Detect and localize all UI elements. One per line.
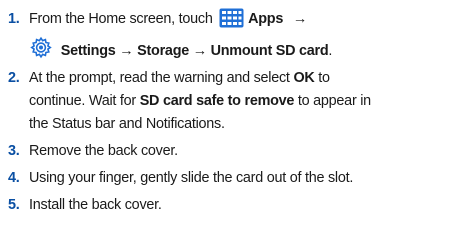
step-text: to appear in bbox=[297, 93, 371, 109]
step-bold-text: OK bbox=[293, 70, 315, 86]
step-text: Remove the back cover. bbox=[29, 143, 178, 159]
step-3: 3. Remove the back cover. bbox=[0, 140, 463, 163]
step-text: the Status bar and Notifications. bbox=[29, 116, 225, 132]
step-5: 5. Install the back cover. bbox=[0, 194, 463, 217]
step-text: Install the back cover. bbox=[29, 197, 162, 213]
step-number: 2. bbox=[8, 70, 20, 86]
step-text: continue. Wait for bbox=[29, 93, 136, 109]
step-bold-text: Settings → Storage → Unmount SD card bbox=[60, 43, 329, 59]
step-1-line-2: Settings → Storage → Unmount SD card. bbox=[29, 36, 463, 63]
step-2: 2. At the prompt, read the warning and s… bbox=[0, 67, 463, 136]
arrow-text: → bbox=[292, 11, 307, 27]
step-4: 4. Using your finger, gently slide the c… bbox=[0, 167, 463, 190]
step-2-line-1: At the prompt, read the warning and sele… bbox=[29, 67, 463, 90]
step-text: to bbox=[318, 70, 330, 86]
apps-grid-icon bbox=[219, 8, 244, 28]
step-bold-text: Apps bbox=[248, 11, 284, 27]
step-text: From the Home screen, touch bbox=[29, 11, 213, 27]
step-bold-text: SD card safe to remove bbox=[139, 93, 295, 109]
step-text: At the prompt, read the warning and sele… bbox=[29, 70, 290, 86]
instruction-steps: 1. From the Home screen, touch Apps → Se… bbox=[0, 0, 463, 217]
step-number: 3. bbox=[8, 143, 20, 159]
step-2-line-2: continue. Wait for SD card safe to remov… bbox=[29, 90, 463, 113]
step-text: Using your finger, gently slide the card… bbox=[29, 170, 354, 186]
step-2-line-3: the Status bar and Notifications. bbox=[29, 113, 463, 136]
step-text: . bbox=[328, 43, 333, 59]
step-number: 4. bbox=[8, 170, 20, 186]
step-number: 5. bbox=[8, 197, 20, 213]
step-number: 1. bbox=[8, 11, 20, 27]
step-1: 1. From the Home screen, touch Apps → Se… bbox=[0, 8, 463, 63]
settings-gear-icon bbox=[29, 36, 53, 60]
step-1-line-1: From the Home screen, touch Apps → bbox=[29, 8, 463, 31]
